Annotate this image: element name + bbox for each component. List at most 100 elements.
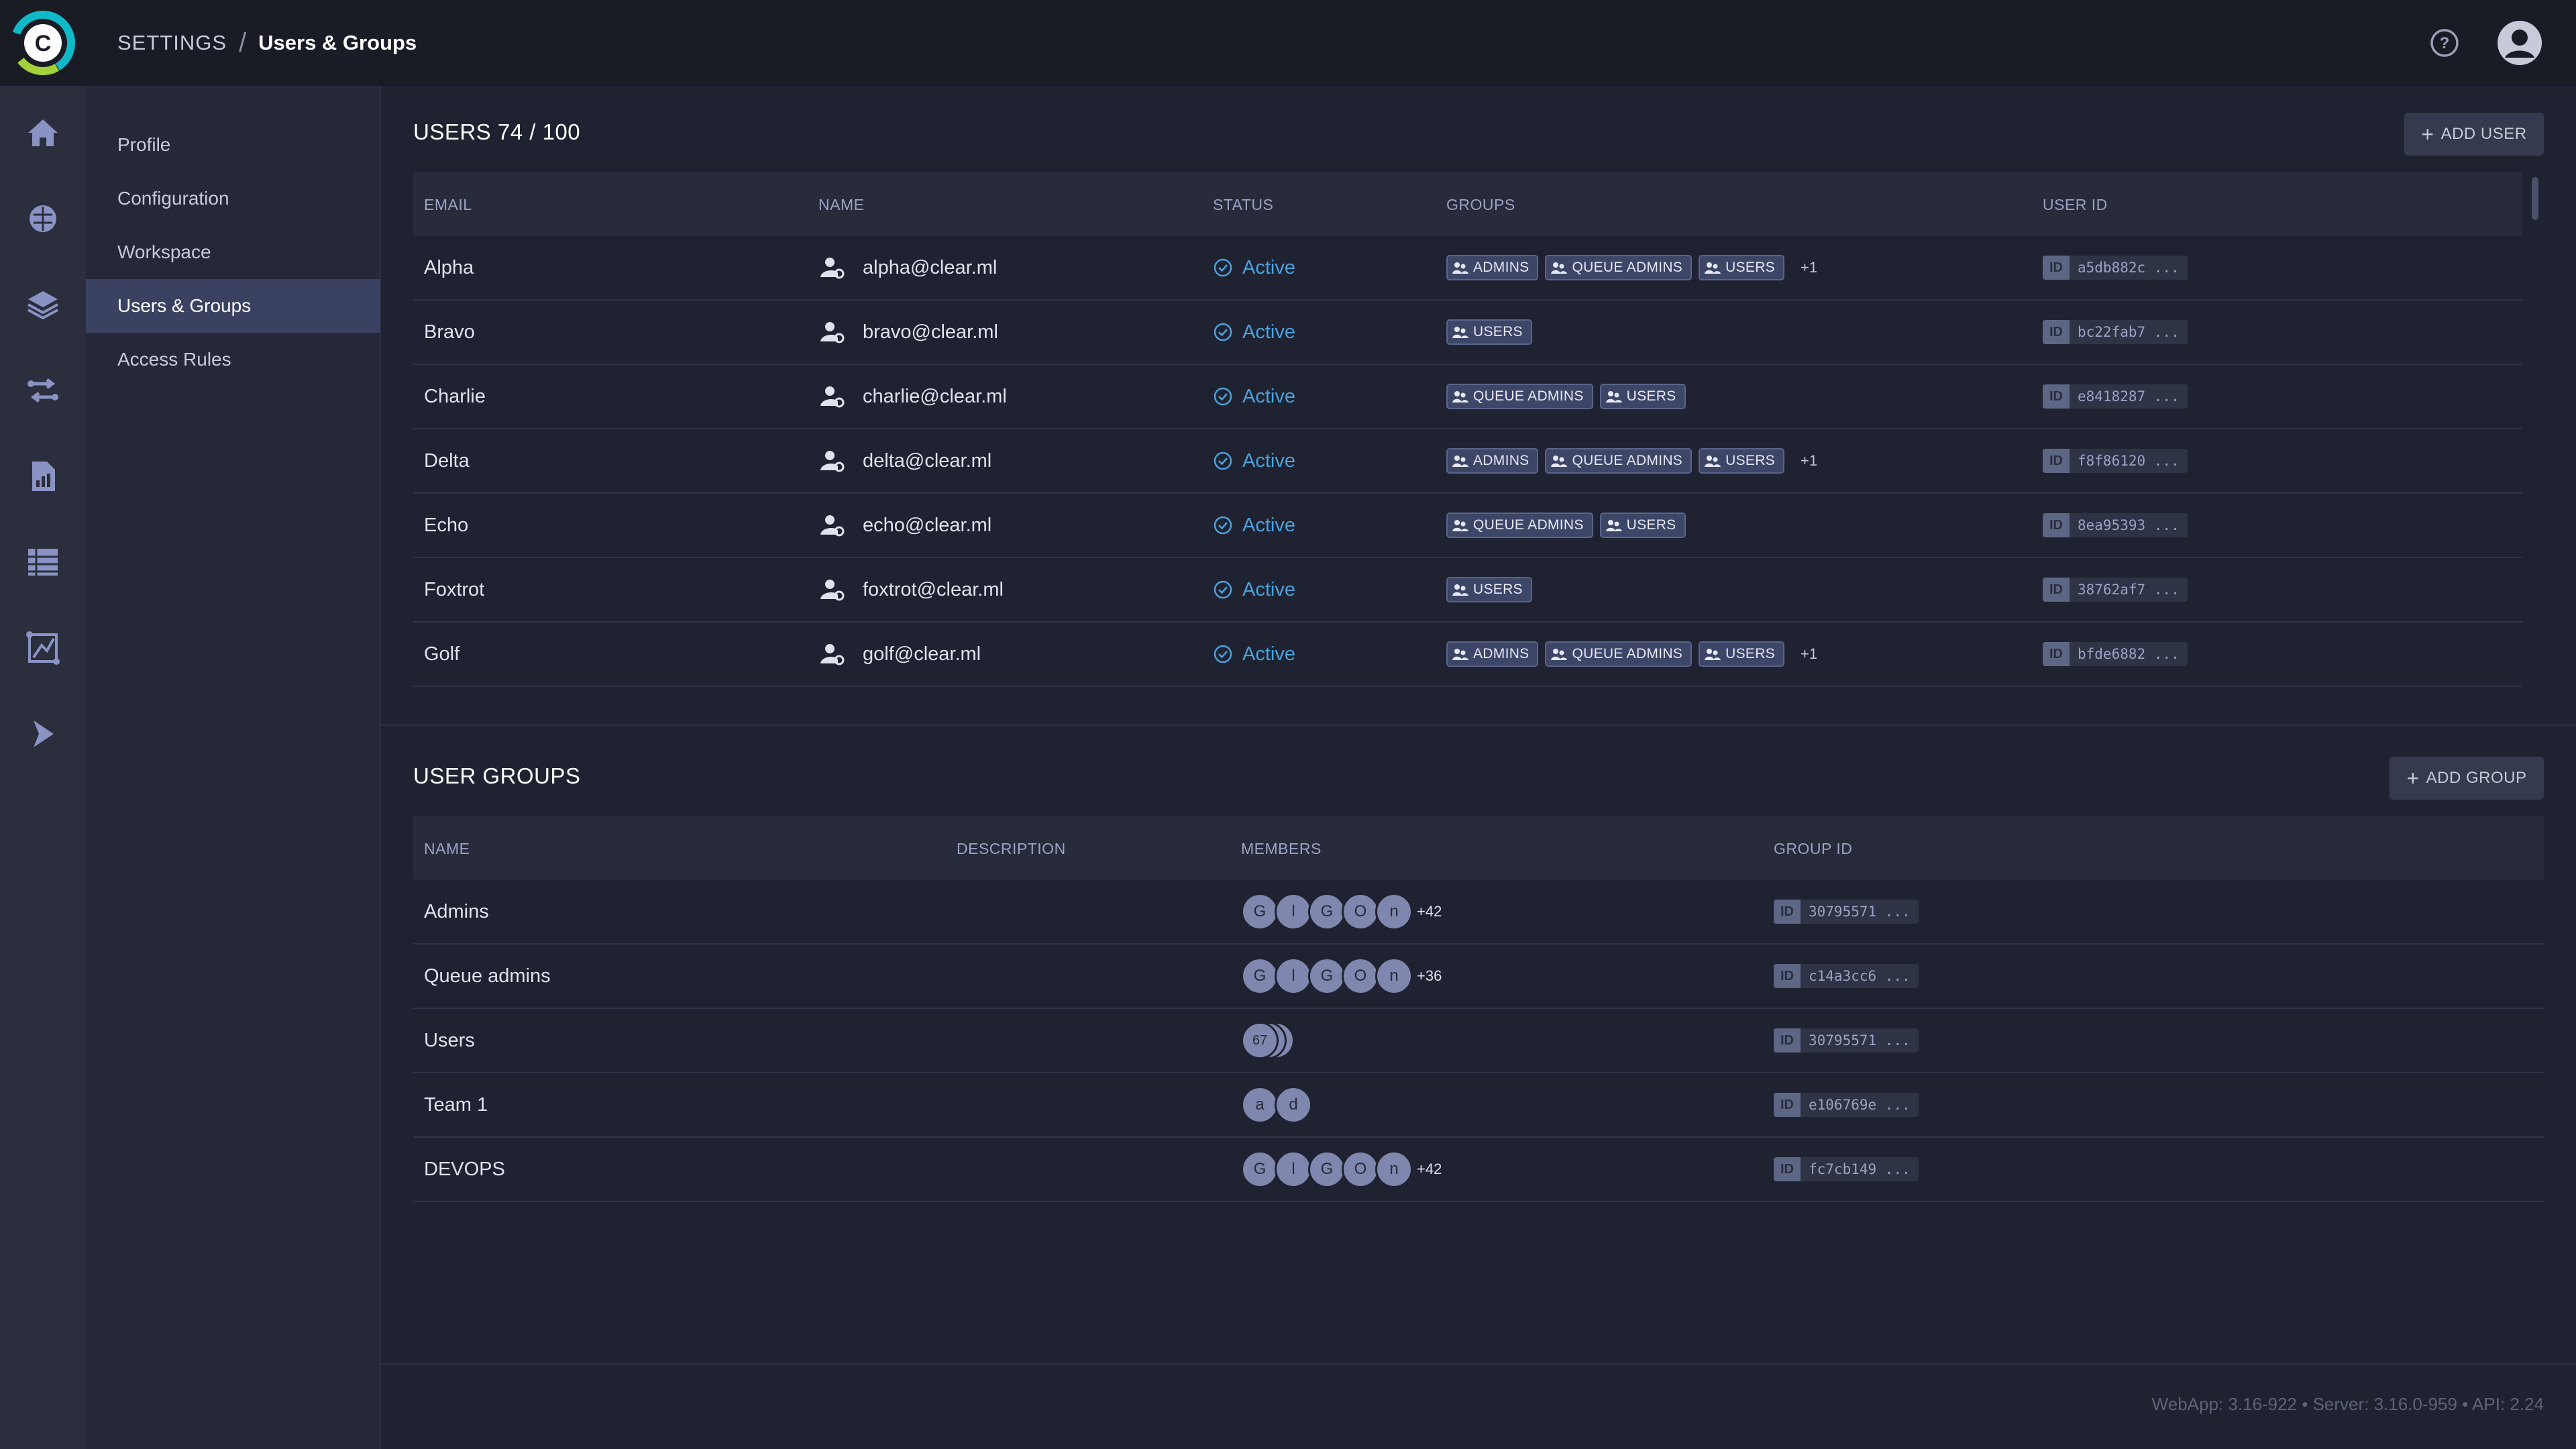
brain-icon[interactable]: [21, 197, 64, 240]
group-row[interactable]: Users 67 ID 30795571 ...: [413, 1009, 2544, 1073]
col-group-id[interactable]: GROUP ID: [1774, 840, 1852, 858]
group-name: Queue admins: [424, 965, 551, 987]
home-icon[interactable]: [21, 111, 64, 154]
clearml-logo[interactable]: C: [9, 9, 76, 76]
member-avatar: d: [1275, 1086, 1312, 1124]
reports-icon[interactable]: [21, 455, 64, 498]
subnav-item-workspace[interactable]: Workspace: [86, 225, 380, 279]
member-more-count: +36: [1417, 967, 1442, 984]
user-row[interactable]: Charlie charlie@clear.ml Active QUEUE ADMIN…: [413, 365, 2522, 429]
group-members[interactable]: ad: [1241, 1073, 1316, 1136]
footer-divider: [381, 1363, 2576, 1364]
subnav-item-configuration[interactable]: Configuration: [86, 172, 380, 225]
subnav-item-profile[interactable]: Profile: [86, 118, 380, 172]
user-id: a5db882c ...: [2078, 260, 2180, 276]
group-tag-label: USERS: [1725, 453, 1775, 468]
group-tag: USERS: [1699, 255, 1784, 280]
id-icon: ID: [2043, 256, 2070, 280]
breadcrumb-root[interactable]: SETTINGS: [117, 31, 227, 55]
group-members[interactable]: Gl G On +42: [1241, 880, 1442, 943]
group-tag-label: QUEUE ADMINS: [1572, 260, 1683, 275]
more-groups-count[interactable]: +1: [1801, 259, 1817, 276]
check-circle-icon: [1214, 580, 1232, 599]
col-user-id[interactable]: USER ID: [2043, 196, 2108, 214]
group-id-chip[interactable]: ID 30795571 ...: [1774, 1028, 1919, 1053]
id-icon: ID: [1774, 1093, 1801, 1117]
more-groups-count[interactable]: +1: [1801, 645, 1817, 663]
user-groups: USERS: [1446, 558, 1548, 621]
user-row[interactable]: Foxtrot foxtrot@clear.ml Active USERS ID 3876…: [413, 558, 2522, 623]
user-id-chip[interactable]: ID f8f86120 ...: [2043, 449, 2188, 473]
user-groups: QUEUE ADMINS USERS: [1446, 494, 1702, 557]
group-id: e106769e ...: [1809, 1097, 1911, 1113]
member-avatar: O: [1342, 893, 1379, 930]
group-id: 30795571 ...: [1809, 1032, 1911, 1049]
group-row[interactable]: Admins Gl G On +42 ID 30795571 ...: [413, 880, 2544, 945]
deploy-icon[interactable]: [21, 712, 64, 755]
group-id: c14a3cc6 ...: [1809, 968, 1911, 984]
group-members[interactable]: Gl G On +42: [1241, 1138, 1442, 1201]
col-name[interactable]: NAME: [818, 196, 864, 214]
group-tag-label: USERS: [1725, 646, 1775, 661]
help-icon[interactable]: ?: [2428, 27, 2461, 59]
user-row[interactable]: Bravo bravo@clear.ml Active USERS ID bc22fab7…: [413, 301, 2522, 365]
group-id: 30795571 ...: [1809, 904, 1911, 920]
subnav-item-access-rules[interactable]: Access Rules: [86, 333, 380, 386]
group-tag-label: USERS: [1725, 260, 1775, 275]
user-id-chip[interactable]: ID e8418287 ...: [2043, 384, 2188, 409]
user-id-chip[interactable]: ID a5db882c ...: [2043, 256, 2188, 280]
col-groups[interactable]: GROUPS: [1446, 196, 1515, 214]
user-id-chip[interactable]: ID 8ea95393 ...: [2043, 513, 2188, 537]
col-group-name[interactable]: NAME: [424, 840, 470, 858]
group-row[interactable]: Team 1 a d ID e106769e ...: [413, 1073, 2544, 1138]
group-tag-label: QUEUE ADMINS: [1572, 453, 1683, 468]
id-icon: ID: [1774, 900, 1801, 924]
group-members[interactable]: 67: [1241, 1009, 1295, 1072]
user-status: Active: [1213, 301, 1295, 364]
layers-icon[interactable]: [21, 283, 64, 326]
group-tag: QUEUE ADMINS: [1545, 641, 1693, 667]
main-content: USERS 74 / 100 + ADD USER EMAIL NAME STA…: [381, 86, 2576, 1449]
group-id-cell: ID e106769e ...: [1774, 1073, 1919, 1136]
col-description[interactable]: DESCRIPTION: [957, 840, 1066, 858]
col-status[interactable]: STATUS: [1213, 196, 1273, 214]
add-user-button[interactable]: + ADD USER: [2404, 113, 2544, 156]
datasets-icon[interactable]: [21, 541, 64, 584]
user-row[interactable]: Delta delta@clear.ml Active ADMINS QUEUE ADM…: [413, 429, 2522, 494]
group-id-chip[interactable]: ID e106769e ...: [1774, 1093, 1919, 1117]
user-name-cell: echo@clear.ml: [818, 494, 991, 557]
col-members[interactable]: MEMBERS: [1241, 840, 1322, 858]
user-name: foxtrot@clear.ml: [863, 578, 1004, 600]
user-row[interactable]: Golf golf@clear.ml Active ADMINS QUEUE ADMIN…: [413, 623, 2522, 687]
group-tag-label: ADMINS: [1473, 646, 1529, 661]
group-id-cell: ID 30795571 ...: [1774, 1009, 1919, 1072]
plus-icon: +: [2406, 765, 2420, 790]
pipelines-icon[interactable]: [21, 369, 64, 412]
group-tag: ADMINS: [1446, 641, 1539, 667]
check-circle-icon: [1214, 387, 1232, 406]
user-name: golf@clear.ml: [863, 643, 981, 665]
user-name: charlie@clear.ml: [863, 385, 1007, 407]
add-group-button[interactable]: + ADD GROUP: [2390, 757, 2544, 800]
group-tag-label: USERS: [1473, 582, 1523, 597]
user-id-chip[interactable]: ID bfde6882 ...: [2043, 642, 2188, 666]
group-row[interactable]: DEVOPS Gl G On +42 ID fc7cb149 ...: [413, 1138, 2544, 1202]
member-avatar: G: [1241, 1150, 1279, 1188]
user-row[interactable]: Echo echo@clear.ml Active QUEUE ADMINS USERS…: [413, 494, 2522, 558]
users-scrollbar[interactable]: [2532, 177, 2538, 220]
user-avatar-icon[interactable]: [2496, 19, 2544, 67]
member-avatar: G: [1308, 957, 1346, 995]
more-groups-count[interactable]: +1: [1801, 452, 1817, 470]
group-id-chip[interactable]: ID fc7cb149 ...: [1774, 1157, 1919, 1181]
user-id-chip[interactable]: ID 38762af7 ...: [2043, 578, 2188, 602]
group-row[interactable]: Queue admins Gl G On +36 ID c14a3cc6 ...: [413, 945, 2544, 1009]
user-row[interactable]: Alpha alpha@clear.ml Active ADMINS QUEUE ADM…: [413, 236, 2522, 301]
group-id-chip[interactable]: ID c14a3cc6 ...: [1774, 964, 1919, 988]
subnav-item-users-groups[interactable]: Users & Groups: [86, 279, 380, 333]
group-members[interactable]: Gl G On +36: [1241, 945, 1442, 1008]
col-email[interactable]: EMAIL: [424, 196, 472, 214]
group-id-chip[interactable]: ID 30795571 ...: [1774, 900, 1919, 924]
user-id-chip[interactable]: ID bc22fab7 ...: [2043, 320, 2188, 344]
nav-rail: [0, 86, 86, 1449]
model-icon[interactable]: [21, 627, 64, 669]
